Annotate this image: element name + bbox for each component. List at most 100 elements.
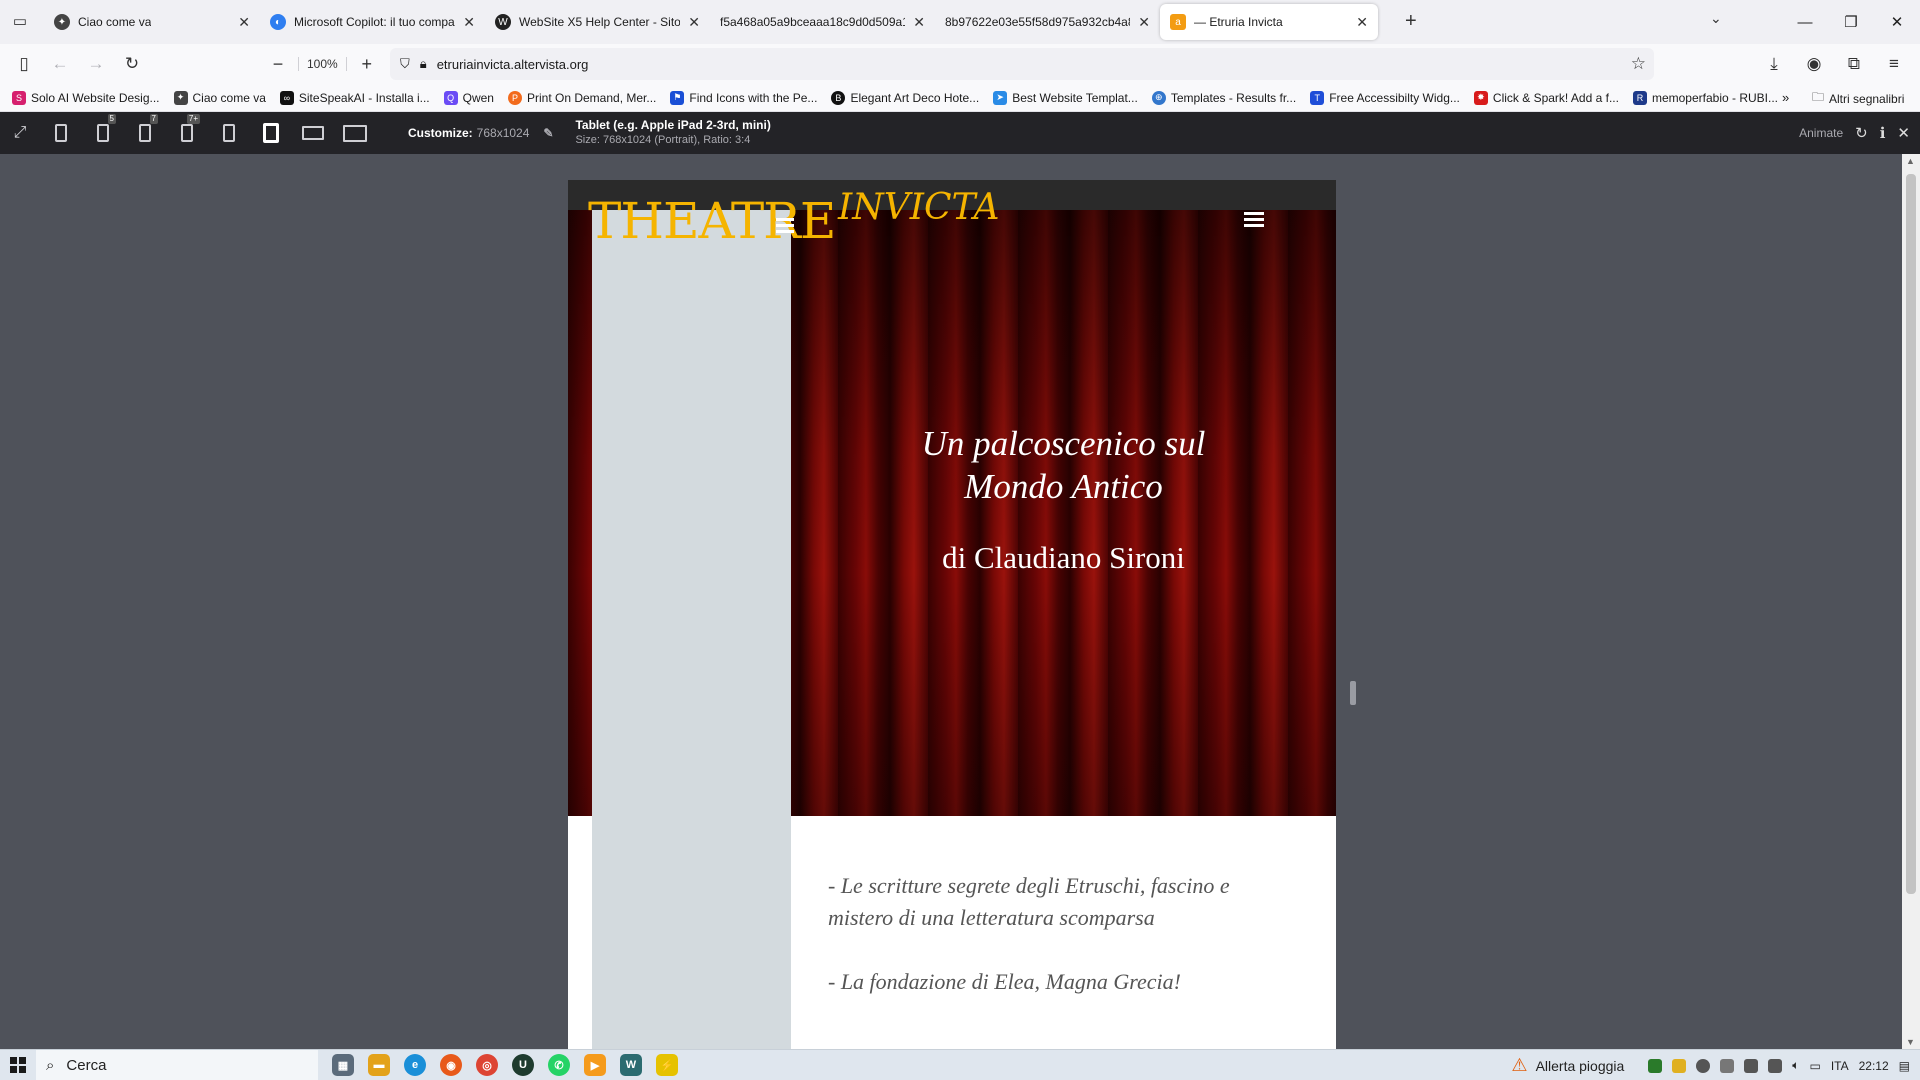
- tab-copilot[interactable]: ◐ Microsoft Copilot: il tuo compa ✕: [260, 4, 485, 40]
- tray-app-icon[interactable]: [1672, 1058, 1687, 1073]
- device-laptop[interactable]: [292, 112, 334, 154]
- pencil-icon[interactable]: ✎: [543, 126, 553, 140]
- device-iphone-7[interactable]: 7: [124, 112, 166, 154]
- device-iphone[interactable]: [40, 112, 82, 154]
- downloads-icon[interactable]: ⤓: [1756, 48, 1792, 80]
- menu-icon[interactable]: ≡: [1876, 48, 1912, 80]
- camera-icon[interactable]: [1744, 1058, 1759, 1073]
- shield-icon[interactable]: ⛉: [400, 56, 410, 72]
- rotate-icon[interactable]: ↻: [1855, 124, 1868, 142]
- bookmark-item[interactable]: ➤ Best Website Templat...: [993, 90, 1138, 105]
- restore-button[interactable]: ❐: [1828, 0, 1874, 44]
- chevron-down-icon[interactable]: ⌄: [1710, 10, 1722, 27]
- close-icon[interactable]: ✕: [688, 14, 700, 31]
- network-icon[interactable]: ▭: [1810, 1059, 1821, 1073]
- animate-toggle[interactable]: Animate: [1799, 126, 1843, 140]
- tab-websitex5[interactable]: W WebSite X5 Help Center - Sito ✕: [485, 4, 710, 40]
- close-icon[interactable]: ✕: [913, 14, 925, 31]
- speaker-icon[interactable]: 🔈︎: [1792, 1058, 1799, 1073]
- customize-size[interactable]: Customize: 768x1024 ✎: [408, 126, 553, 140]
- start-button[interactable]: [0, 1057, 36, 1073]
- reload-button[interactable]: ↻: [114, 48, 150, 80]
- bookmark-item[interactable]: T Free Accessibilty Widg...: [1310, 90, 1460, 105]
- bookmark-item[interactable]: ⚑ Find Icons with the Pe...: [670, 90, 817, 105]
- websitex5-app-icon[interactable]: W: [620, 1054, 642, 1076]
- bookmark-item[interactable]: Q Qwen: [443, 90, 494, 105]
- device-desktop[interactable]: [334, 112, 376, 154]
- article-link[interactable]: - La fondazione di Elea, Magna Grecia!: [828, 966, 1298, 998]
- article-link[interactable]: - Le scritture segrete degli Etruschi, f…: [828, 870, 1298, 934]
- more-bookmarks-icon[interactable]: »: [1782, 90, 1789, 105]
- bookmark-star-icon[interactable]: ☆: [1631, 54, 1646, 74]
- main-menu-icon[interactable]: [1244, 212, 1264, 230]
- close-icon[interactable]: ✕: [463, 14, 475, 31]
- bookmark-item[interactable]: ⊕ Templates - Results fr...: [1151, 90, 1296, 105]
- tab-ciao-come-va[interactable]: ✦ Ciao come va ✕: [44, 4, 260, 40]
- chrome-icon[interactable]: ◎: [476, 1054, 498, 1076]
- device-iphone-7-plus[interactable]: 7+: [166, 112, 208, 154]
- bookmark-item[interactable]: ✸ Click & Spark! Add a f...: [1473, 90, 1619, 105]
- close-icon[interactable]: ✕: [1356, 14, 1368, 31]
- forward-button[interactable]: →: [78, 48, 114, 80]
- minimize-button[interactable]: —: [1782, 0, 1828, 44]
- close-icon[interactable]: ✕: [1138, 14, 1150, 31]
- zoom-out-button[interactable]: −: [266, 54, 290, 75]
- sidebar-icon[interactable]: ▯: [6, 48, 42, 80]
- nvidia-icon[interactable]: [1648, 1058, 1663, 1073]
- clock[interactable]: 22:12: [1859, 1059, 1889, 1073]
- media-player-icon[interactable]: ▶: [584, 1054, 606, 1076]
- upwork-icon[interactable]: U: [512, 1054, 534, 1076]
- weather-widget[interactable]: ⚠ Allerta pioggia: [1511, 1055, 1624, 1076]
- zoom-level[interactable]: 100%: [298, 57, 347, 71]
- tab-hash-2[interactable]: 8b97622e03e55f58d975a932cb4a8 ✕: [935, 4, 1160, 40]
- tab-list-icon[interactable]: ▭: [10, 11, 30, 31]
- close-window-button[interactable]: ✕: [1874, 0, 1920, 44]
- tray-app-icon[interactable]: [1696, 1058, 1711, 1073]
- device-tablet[interactable]: [250, 112, 292, 154]
- tab-hash-1[interactable]: f5a468a05a9bceaaa18c9d0d509a11 ✕: [710, 4, 935, 40]
- zoom-in-button[interactable]: +: [355, 54, 379, 75]
- whatsapp-icon[interactable]: ✆: [548, 1054, 570, 1076]
- extensions-icon[interactable]: ⧉: [1836, 48, 1872, 80]
- hamburger-menu-icon[interactable]: [776, 218, 794, 236]
- edge-icon[interactable]: e: [404, 1054, 426, 1076]
- bookmark-item[interactable]: B Elegant Art Deco Hote...: [831, 90, 979, 105]
- resize-handle[interactable]: [1350, 681, 1356, 705]
- url-bar[interactable]: ⛉ 🔒︎ etruriainvicta.altervista.org ☆: [390, 48, 1654, 80]
- new-tab-button[interactable]: +: [1405, 10, 1417, 33]
- taskbar-search[interactable]: ⌕ Cerca: [36, 1049, 318, 1080]
- device-iphone-5[interactable]: 5: [82, 112, 124, 154]
- lock-icon[interactable]: 🔒︎: [420, 56, 427, 72]
- scroll-down-icon[interactable]: ▼: [1906, 1037, 1915, 1047]
- vertical-scrollbar[interactable]: ▲ ▼: [1902, 154, 1920, 1049]
- account-icon[interactable]: ◉: [1796, 48, 1832, 80]
- back-button[interactable]: ←: [42, 48, 78, 80]
- url-text[interactable]: etruriainvicta.altervista.org: [437, 57, 589, 72]
- device-phablet[interactable]: [208, 112, 250, 154]
- firefox-icon[interactable]: ◉: [440, 1054, 462, 1076]
- file-explorer-icon[interactable]: ▬: [368, 1054, 390, 1076]
- expand-icon[interactable]: ⤢: [0, 124, 40, 142]
- bookmark-item[interactable]: Rmemoperfabio - RUBI...: [1632, 90, 1778, 105]
- bookmark-item[interactable]: S Solo AI Website Desig...: [12, 90, 160, 105]
- app-icon[interactable]: ⚡: [656, 1054, 678, 1076]
- usb-icon[interactable]: [1720, 1058, 1735, 1073]
- task-view-icon[interactable]: ▦: [332, 1054, 354, 1076]
- scroll-up-icon[interactable]: ▲: [1906, 156, 1915, 166]
- language-indicator[interactable]: ITA: [1831, 1059, 1849, 1073]
- bookmark-item[interactable]: ✦ Ciao come va: [173, 90, 266, 105]
- close-icon[interactable]: ✕: [238, 14, 250, 31]
- other-bookmarks[interactable]: 🗀 Altri segnalibri: [1812, 88, 1904, 109]
- bookmark-item[interactable]: P Print On Demand, Mer...: [507, 90, 656, 105]
- close-icon[interactable]: ✕: [1897, 124, 1910, 142]
- logo-theatre[interactable]: THEATRE: [588, 196, 836, 246]
- notifications-icon[interactable]: ▤: [1899, 1059, 1910, 1073]
- bookmark-item[interactable]: ∞ SiteSpeakAI - Installa i...: [279, 90, 430, 105]
- tablet-icon: [263, 123, 279, 143]
- logo-invicta[interactable]: INVICTA: [838, 190, 1000, 226]
- scrollbar-thumb[interactable]: [1906, 174, 1916, 894]
- tab-etruria-invicta[interactable]: a — Etruria Invicta ✕: [1160, 4, 1378, 40]
- info-icon[interactable]: ℹ: [1880, 124, 1886, 142]
- tray-app-icon[interactable]: [1768, 1058, 1783, 1073]
- device-badge: 5: [107, 114, 116, 124]
